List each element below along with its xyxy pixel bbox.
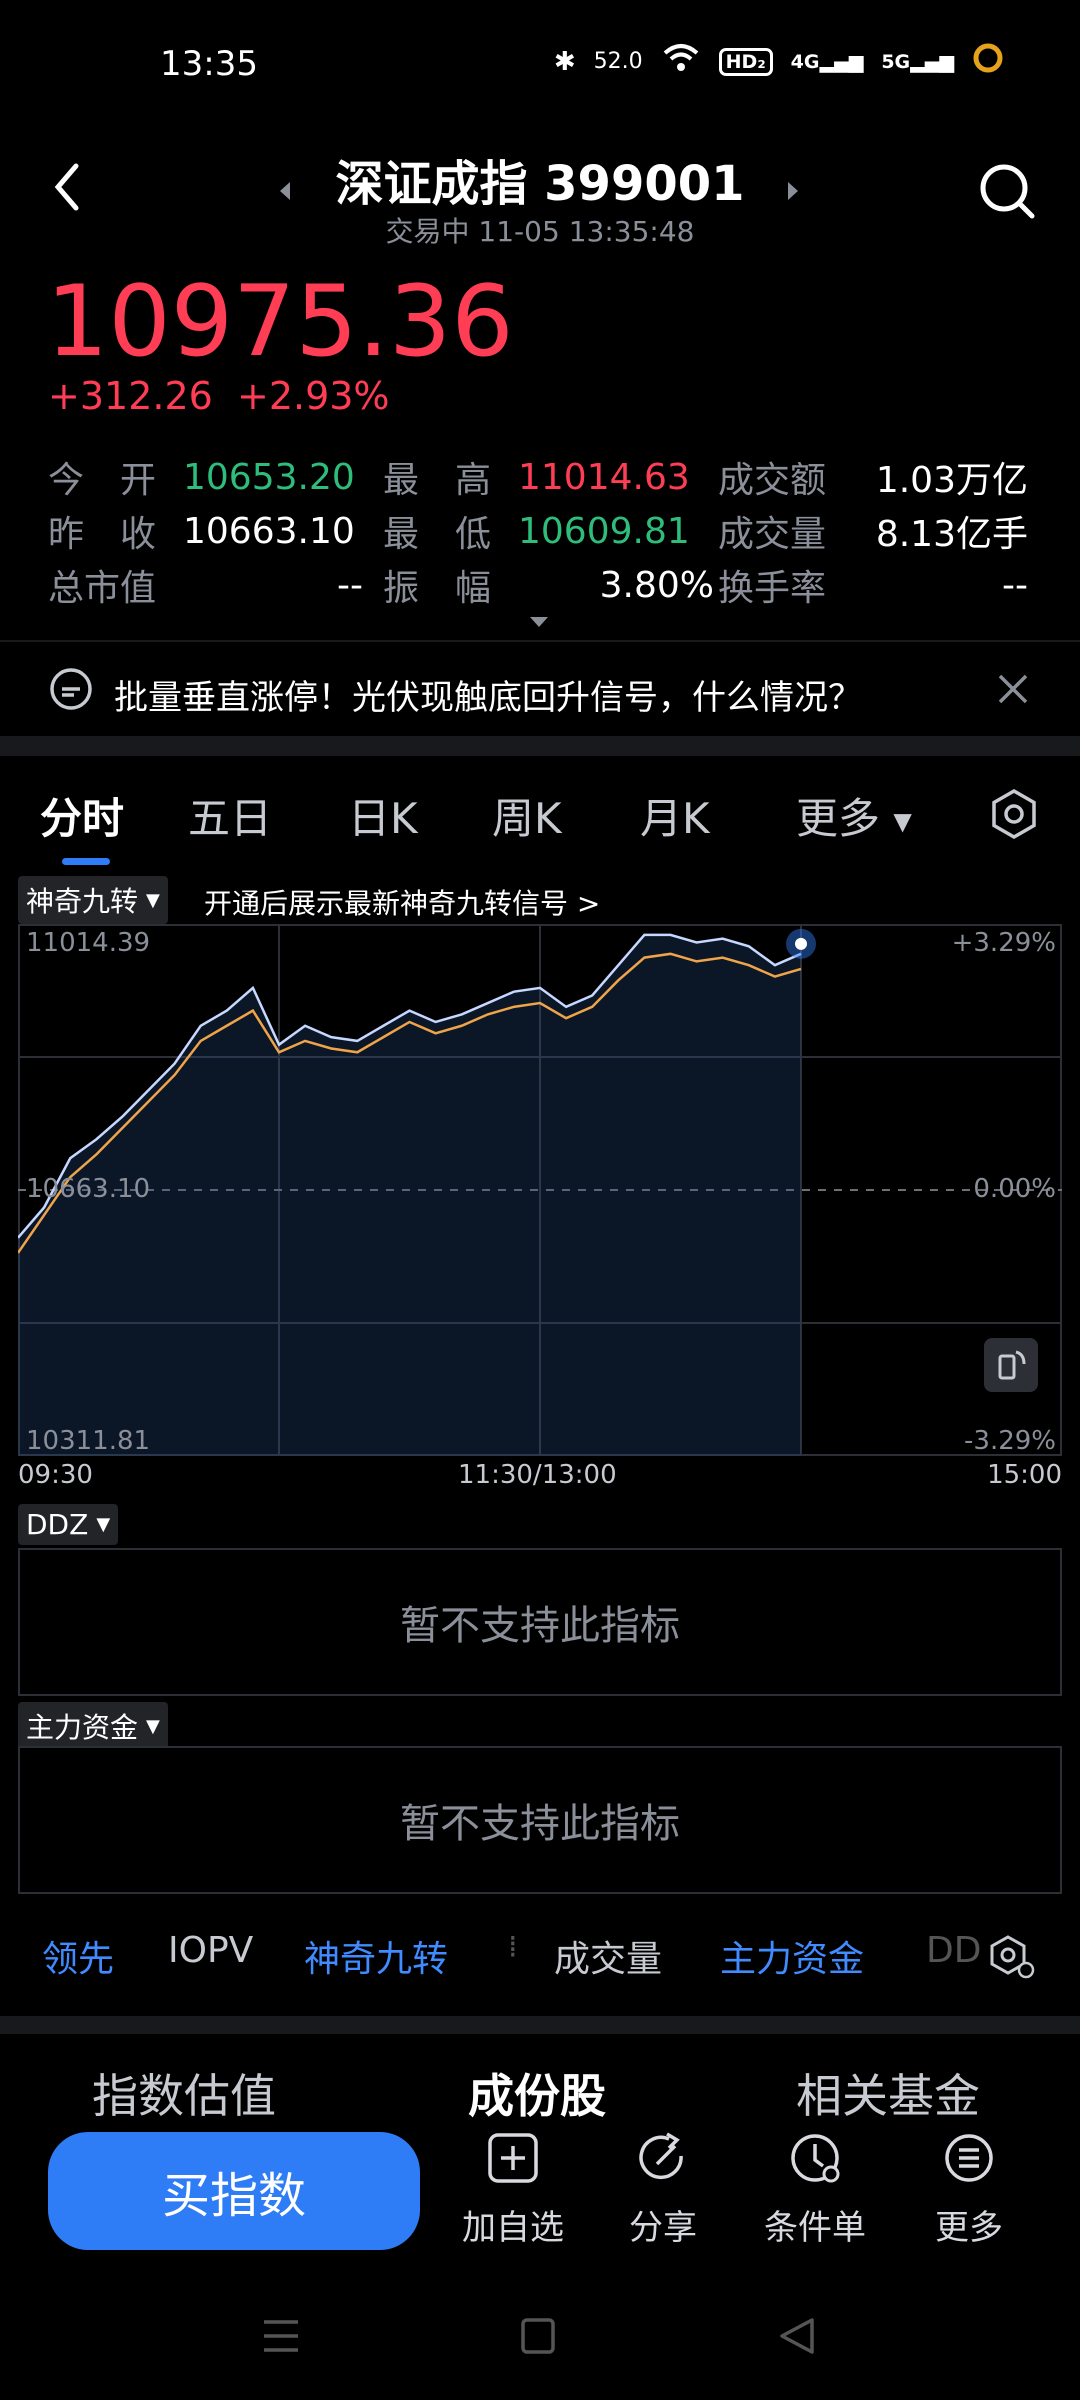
indicator-hint[interactable]: 开通后展示最新神奇九转信号 > [204, 882, 600, 922]
recent-apps-icon[interactable] [262, 2316, 300, 2360]
x-mid-label: 11:30/13:00 [458, 1460, 617, 1490]
system-nav-bar [0, 2290, 1080, 2400]
condition-order-button[interactable]: 条件单 [740, 2130, 890, 2249]
prev-close-value: 10663.10 [183, 510, 355, 552]
home-icon[interactable] [520, 2316, 556, 2360]
close-icon[interactable] [996, 672, 1030, 710]
main-funds-empty-text: 暂不支持此指标 [400, 1801, 680, 1847]
ddz-dropdown[interactable]: DDZ ▼ [18, 1504, 119, 1545]
latest-point-marker [795, 937, 807, 950]
chevron-down-icon: ▼ [96, 1514, 111, 1535]
tab-constituents[interactable]: 成份股 [468, 2060, 606, 2126]
main-funds-panel: 暂不支持此指标 [18, 1746, 1062, 1894]
ddz-empty-text: 暂不支持此指标 [400, 1603, 680, 1649]
tab-index-valuation[interactable]: 指数估值 [92, 2060, 276, 2126]
hd-badge: HD₂ [718, 47, 773, 76]
tab-monthly-k[interactable]: 月K [640, 785, 710, 846]
indicator-settings-icon[interactable] [988, 1934, 1036, 1989]
signal-4g-icon: 4G▂▄▆ [790, 50, 864, 73]
status-icons: ✱ 52.0 HD₂ 4G▂▄▆ 5G▂▄▆ [554, 42, 1004, 81]
pct-max-label: +3.29% [951, 928, 1056, 958]
tab-five-day[interactable]: 五日 [188, 785, 272, 846]
y-max-label: 11014.39 [26, 928, 151, 958]
clock-icon [791, 2134, 840, 2183]
amount-label: 成交额 [718, 460, 827, 501]
indicator-dropdown[interactable]: 神奇九转 ▼ [18, 876, 168, 924]
tab-daily-k[interactable]: 日K [348, 785, 418, 846]
tab-related-funds[interactable]: 相关基金 [796, 2060, 980, 2126]
chart-canvas [16, 924, 1062, 1456]
menu-icon [945, 2134, 993, 2182]
scroll-divider: ⁞ [508, 1930, 518, 1965]
share-button[interactable]: 分享 [588, 2130, 738, 2249]
amplitude-label: 振 幅 [383, 568, 492, 609]
signal-5g-icon: 5G▂▄▆ [881, 50, 954, 73]
amplitude-value: 3.80% [599, 564, 714, 606]
turnover-value: -- [1002, 564, 1028, 606]
indicator-tab-nine-turn[interactable]: 神奇九转 [304, 1930, 448, 1982]
y-min-label: 10311.81 [26, 1426, 151, 1456]
search-icon[interactable] [978, 162, 1036, 224]
indicator-tab-main-funds[interactable]: 主力资金 [720, 1930, 864, 1982]
buy-index-button[interactable]: 买指数 [48, 2132, 420, 2250]
tab-weekly-k[interactable]: 周K [492, 785, 562, 846]
tab-more[interactable]: 更多 ▼ [796, 785, 912, 846]
chevron-down-icon: ▼ [146, 889, 160, 911]
market-cap-label: 总市值 [48, 568, 157, 609]
high-value: 11014.63 [518, 456, 690, 498]
trading-status: 交易中 11-05 13:35:48 [385, 215, 695, 248]
plus-square-icon [488, 2133, 538, 2183]
battery-icon [972, 42, 1004, 81]
amount-value: 1.03万亿 [875, 460, 1028, 501]
x-end-label: 15:00 [987, 1460, 1062, 1490]
x-start-label: 09:30 [18, 1460, 93, 1490]
open-value: 10653.20 [183, 456, 355, 498]
add-watchlist-button[interactable]: 加自选 [438, 2130, 588, 2249]
volume-label: 成交量 [718, 514, 827, 555]
wifi-icon [661, 43, 701, 80]
more-button[interactable]: 更多 [894, 2130, 1044, 2249]
low-label: 最 低 [383, 514, 492, 555]
indicator-tab-volume[interactable]: 成交量 [554, 1930, 662, 1982]
share-icon [639, 2132, 683, 2180]
period-tabs: 分时 五日 日K 周K 月K 更多 ▼ [0, 770, 1080, 860]
status-time: 13:35 [160, 44, 258, 84]
speed-indicator: 52.0 [593, 49, 643, 74]
market-cap-value: -- [337, 564, 363, 606]
tab-intraday[interactable]: 分时 [40, 785, 124, 846]
chevron-down-icon: ▼ [893, 807, 912, 835]
current-price: 10975.36 [46, 265, 514, 379]
y-mid-label: 10663.10 [26, 1174, 151, 1204]
chart-settings-icon[interactable] [988, 788, 1040, 850]
page-title: 深证成指 399001 [335, 156, 745, 212]
indicator-tab-leading[interactable]: 领先 [42, 1930, 114, 1982]
prev-close-label: 昨 收 [48, 514, 157, 555]
active-tab-indicator [62, 858, 110, 865]
rotate-screen-icon[interactable] [984, 1338, 1038, 1392]
indicator-tab-iopv[interactable]: IOPV [168, 1930, 253, 1971]
ddz-panel: 暂不支持此指标 [18, 1548, 1062, 1696]
chat-icon [48, 667, 94, 722]
price-change: +312.26 +2.93% [48, 374, 390, 418]
bottom-section-tabs: 指数估值 成份股 相关基金 [0, 2040, 1080, 2123]
expand-stats-icon[interactable] [528, 614, 550, 633]
high-label: 最 高 [383, 460, 492, 501]
main-funds-dropdown[interactable]: 主力资金 ▼ [18, 1702, 168, 1750]
low-value: 10609.81 [518, 510, 690, 552]
indicator-tab-dd[interactable]: DD [926, 1930, 981, 1971]
stats-panel: 今 开 10653.20 最 高 11014.63 成交额 1.03万亿 昨 收… [48, 450, 1038, 612]
chevron-down-icon: ▼ [146, 1715, 160, 1737]
turnover-label: 换手率 [718, 568, 827, 609]
intraday-chart[interactable] [16, 924, 1062, 1456]
open-label: 今 开 [48, 460, 157, 501]
pct-mid-label: 0.00% [973, 1174, 1056, 1204]
pct-min-label: -3.29% [964, 1426, 1056, 1456]
back-nav-icon[interactable] [778, 2316, 816, 2360]
news-banner[interactable]: 批量垂直涨停！光伏现触底回升信号，什么情况？ [0, 648, 1080, 740]
bluetooth-icon: ✱ [553, 46, 576, 77]
volume-value: 8.13亿手 [875, 514, 1028, 555]
indicator-tabs: 领先 IOPV 神奇九转 ⁞ 成交量 主力资金 DD [0, 1930, 1080, 1990]
news-text: 批量垂直涨停！光伏现触底回升信号，什么情况？ [114, 677, 862, 718]
